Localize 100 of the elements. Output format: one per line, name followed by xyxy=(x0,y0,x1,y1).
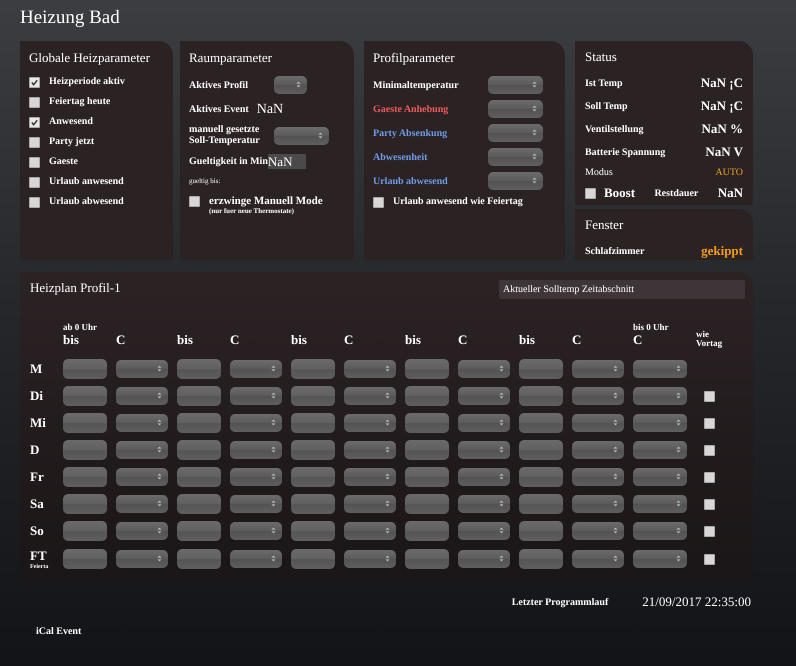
time-field[interactable] xyxy=(519,467,563,487)
time-field[interactable] xyxy=(177,549,221,569)
dropdown[interactable] xyxy=(572,468,624,486)
dropdown[interactable] xyxy=(633,468,687,486)
time-field[interactable] xyxy=(63,467,107,487)
checkbox[interactable] xyxy=(704,445,714,456)
dropdown[interactable] xyxy=(230,441,282,459)
time-field[interactable] xyxy=(519,549,563,569)
time-field[interactable] xyxy=(519,440,563,460)
dropdown[interactable] xyxy=(230,414,282,432)
time-field[interactable] xyxy=(291,413,335,433)
dropdown[interactable] xyxy=(344,360,396,378)
dropdown[interactable] xyxy=(488,100,543,118)
dropdown[interactable] xyxy=(488,172,543,190)
time-field[interactable] xyxy=(63,549,107,569)
time-field[interactable] xyxy=(177,467,221,487)
time-field[interactable] xyxy=(63,413,107,433)
time-field[interactable] xyxy=(405,386,449,406)
time-field[interactable] xyxy=(291,521,335,541)
dropdown[interactable] xyxy=(230,550,282,568)
minutes-field[interactable]: NaN xyxy=(268,154,306,169)
dropdown[interactable] xyxy=(633,495,687,513)
dropdown[interactable] xyxy=(572,495,624,513)
time-field[interactable] xyxy=(291,494,335,514)
checkbox[interactable] xyxy=(585,188,596,199)
checkbox[interactable] xyxy=(704,554,714,565)
dropdown[interactable] xyxy=(488,148,543,166)
time-field[interactable] xyxy=(291,386,335,406)
time-field[interactable] xyxy=(291,359,335,379)
time-field[interactable] xyxy=(63,359,107,379)
time-field[interactable] xyxy=(519,413,563,433)
checkbox[interactable] xyxy=(704,418,714,429)
dropdown[interactable] xyxy=(572,550,624,568)
time-field[interactable] xyxy=(405,467,449,487)
time-field[interactable] xyxy=(177,440,221,460)
checkbox[interactable] xyxy=(29,137,40,148)
dropdown[interactable] xyxy=(116,441,168,459)
dropdown[interactable] xyxy=(344,414,396,432)
dropdown[interactable] xyxy=(572,441,624,459)
dropdown[interactable] xyxy=(633,550,687,568)
dropdown[interactable] xyxy=(344,468,396,486)
dropdown[interactable] xyxy=(458,387,510,405)
time-field[interactable] xyxy=(177,521,221,541)
checkbox[interactable] xyxy=(704,391,714,402)
time-field[interactable] xyxy=(63,440,107,460)
dropdown[interactable] xyxy=(633,387,687,405)
dropdown[interactable] xyxy=(488,124,543,142)
checkbox[interactable] xyxy=(704,526,714,537)
dropdown[interactable] xyxy=(116,414,168,432)
dropdown[interactable] xyxy=(116,468,168,486)
checkbox[interactable] xyxy=(189,196,200,207)
time-field[interactable] xyxy=(405,359,449,379)
time-field[interactable] xyxy=(519,521,563,541)
dropdown[interactable] xyxy=(116,550,168,568)
time-field[interactable] xyxy=(405,494,449,514)
dropdown[interactable] xyxy=(230,360,282,378)
checkbox[interactable] xyxy=(373,197,384,208)
time-field[interactable] xyxy=(519,386,563,406)
dropdown[interactable] xyxy=(458,495,510,513)
time-field[interactable] xyxy=(177,494,221,514)
time-field[interactable] xyxy=(63,386,107,406)
dropdown[interactable] xyxy=(116,522,168,540)
dropdown[interactable] xyxy=(344,387,396,405)
dropdown[interactable] xyxy=(274,76,307,94)
dropdown[interactable] xyxy=(458,414,510,432)
dropdown[interactable] xyxy=(633,522,687,540)
time-field[interactable] xyxy=(405,521,449,541)
dropdown[interactable] xyxy=(572,522,624,540)
dropdown[interactable] xyxy=(572,414,624,432)
dropdown[interactable] xyxy=(274,126,329,144)
time-field[interactable] xyxy=(405,413,449,433)
time-field[interactable] xyxy=(519,494,563,514)
time-field[interactable] xyxy=(405,440,449,460)
dropdown[interactable] xyxy=(633,441,687,459)
dropdown[interactable] xyxy=(633,360,687,378)
checkbox[interactable] xyxy=(29,117,40,128)
dropdown[interactable] xyxy=(344,495,396,513)
dropdown[interactable] xyxy=(230,495,282,513)
time-field[interactable] xyxy=(291,549,335,569)
dropdown[interactable] xyxy=(572,387,624,405)
checkbox[interactable] xyxy=(704,499,714,510)
dropdown[interactable] xyxy=(458,522,510,540)
dropdown[interactable] xyxy=(116,387,168,405)
dropdown[interactable] xyxy=(488,76,543,94)
time-field[interactable] xyxy=(63,494,107,514)
checkbox[interactable] xyxy=(704,472,714,483)
dropdown[interactable] xyxy=(344,550,396,568)
dropdown[interactable] xyxy=(633,414,687,432)
dropdown[interactable] xyxy=(230,468,282,486)
time-field[interactable] xyxy=(405,549,449,569)
time-field[interactable] xyxy=(63,521,107,541)
dropdown[interactable] xyxy=(116,360,168,378)
dropdown[interactable] xyxy=(458,441,510,459)
checkbox[interactable] xyxy=(29,97,40,108)
time-field[interactable] xyxy=(177,413,221,433)
time-field[interactable] xyxy=(177,386,221,406)
dropdown[interactable] xyxy=(458,550,510,568)
dropdown[interactable] xyxy=(572,360,624,378)
dropdown[interactable] xyxy=(344,441,396,459)
dropdown[interactable] xyxy=(116,495,168,513)
